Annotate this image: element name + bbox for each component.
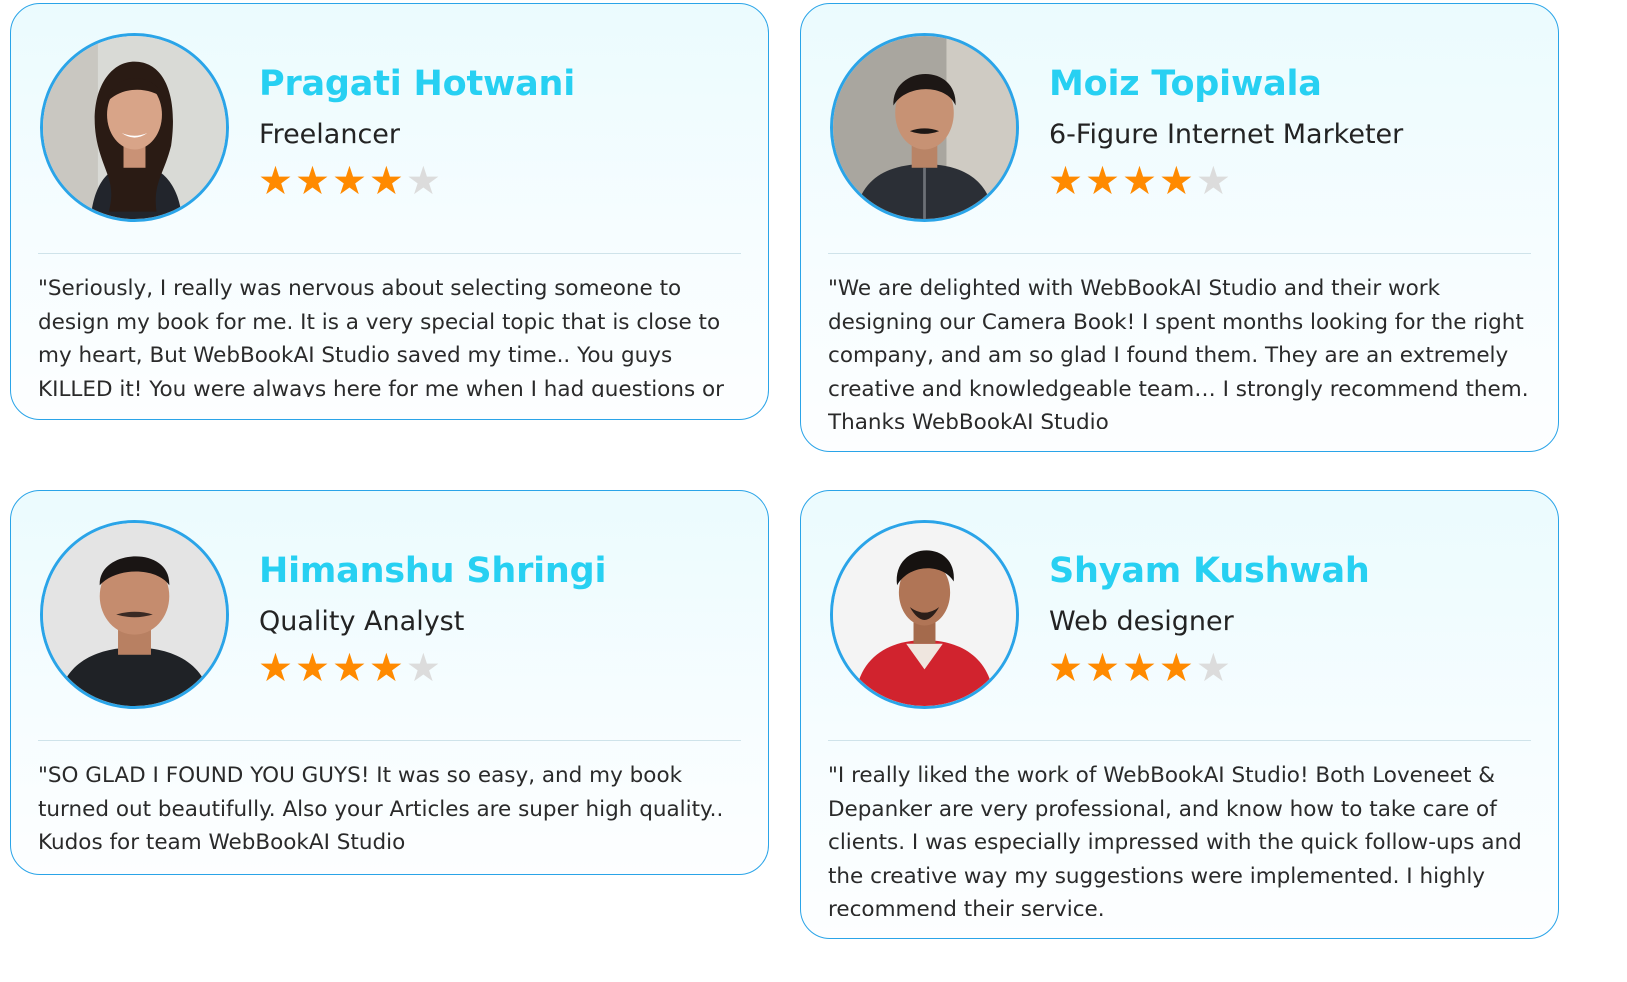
star-filled-icon: ★ — [1121, 646, 1157, 691]
testimonial-card: Moiz Topiwala 6-Figure Internet Marketer… — [800, 3, 1559, 452]
reviewer-name: Shyam Kushwah — [1049, 551, 1370, 591]
star-rating: ★ ★ ★ ★ ★ — [258, 649, 441, 689]
star-filled-icon: ★ — [1048, 646, 1083, 691]
reviewer-name: Moiz Topiwala — [1049, 64, 1322, 104]
testimonial-card: Shyam Kushwah Web designer ★ ★ ★ ★ ★ "I real… — [800, 490, 1559, 939]
divider — [828, 740, 1531, 741]
star-rating: ★ ★ ★ ★ ★ — [1048, 162, 1231, 202]
star-filled-icon: ★ — [294, 159, 330, 204]
reviewer-name: Pragati Hotwani — [259, 64, 576, 104]
divider — [38, 253, 741, 254]
person-portrait-icon — [43, 36, 226, 219]
star-rating: ★ ★ ★ ★ ★ — [258, 162, 441, 202]
star-filled-icon: ★ — [1121, 159, 1157, 204]
avatar — [40, 33, 229, 222]
star-filled-icon: ★ — [294, 646, 330, 691]
avatar — [830, 520, 1019, 709]
star-filled-icon: ★ — [258, 159, 293, 204]
divider — [38, 740, 741, 741]
testimonial-quote: "We are delighted with WebBookAI Studio … — [828, 276, 1529, 429]
star-filled-icon: ★ — [1084, 159, 1120, 204]
reviewer-name: Himanshu Shringi — [259, 551, 607, 591]
star-filled-icon: ★ — [331, 159, 367, 204]
testimonial-quote: "I really liked the work of WebBookAI St… — [828, 763, 1522, 916]
star-filled-icon: ★ — [258, 646, 293, 691]
reviewer-role: Quality Analyst — [259, 606, 465, 637]
star-empty-icon: ★ — [405, 159, 441, 204]
testimonial-card: Himanshu Shringi Quality Analyst ★ ★ ★ ★ ★ "… — [10, 490, 769, 875]
testimonial-card: Pragati Hotwani Freelancer ★ ★ ★ ★ ★ "Seriou… — [10, 3, 769, 420]
star-filled-icon: ★ — [331, 646, 367, 691]
star-filled-icon: ★ — [1048, 159, 1083, 204]
testimonial-quote: "SO GLAD I FOUND YOU GUYS! It was so eas… — [38, 763, 724, 852]
reviewer-role: Web designer — [1049, 606, 1234, 637]
star-filled-icon: ★ — [1158, 646, 1194, 691]
star-filled-icon: ★ — [1158, 159, 1194, 204]
avatar — [40, 520, 229, 709]
person-portrait-icon — [833, 523, 1016, 706]
star-empty-icon: ★ — [1195, 646, 1231, 691]
star-empty-icon: ★ — [405, 646, 441, 691]
star-empty-icon: ★ — [1195, 159, 1231, 204]
person-portrait-icon — [43, 523, 226, 706]
star-filled-icon: ★ — [368, 646, 404, 691]
divider — [828, 253, 1531, 254]
person-portrait-icon — [833, 36, 1016, 219]
reviewer-role: 6-Figure Internet Marketer — [1049, 119, 1404, 150]
star-rating: ★ ★ ★ ★ ★ — [1048, 649, 1231, 689]
star-filled-icon: ★ — [368, 159, 404, 204]
testimonial-quote: "Seriously, I really was nervous about s… — [38, 276, 724, 397]
avatar — [830, 33, 1019, 222]
reviewer-role: Freelancer — [259, 119, 401, 150]
star-filled-icon: ★ — [1084, 646, 1120, 691]
